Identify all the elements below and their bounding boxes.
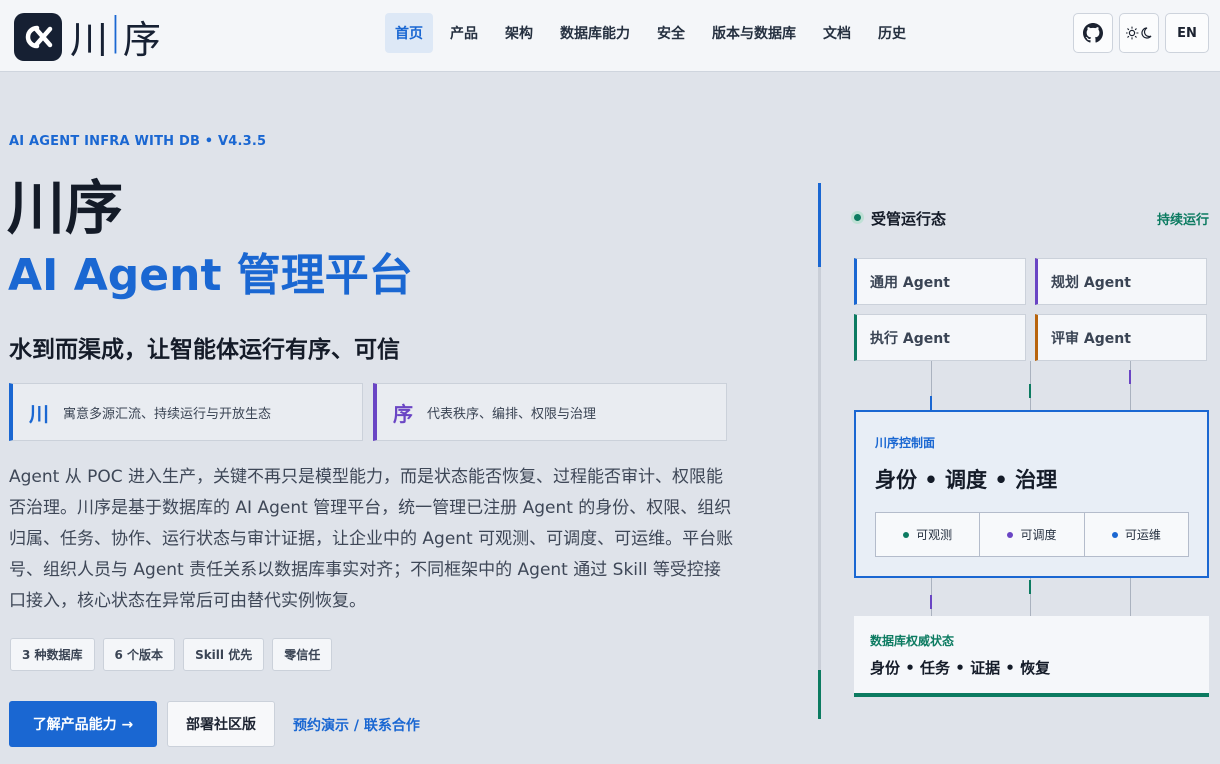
control-capabilities: 可观测 可调度 可运维 [875,512,1189,557]
connector-pulse [930,396,932,410]
hero-subtitle: AI Agent 管理平台 [8,250,413,301]
status-dot-icon [851,211,864,224]
dot-icon [903,531,910,538]
control-plane-label: 川序控制面 [875,436,936,450]
chip-versions: 6 个版本 [102,638,176,671]
meaning-card-xu: 序 代表秩序、编排、权限与治理 [373,383,727,441]
meaning-glyph: 序 [393,401,413,426]
capability-operable: 可运维 [1085,513,1188,556]
connector-pulse [1129,370,1131,384]
logo-mark-icon [14,12,62,61]
connector-line [1130,578,1131,616]
agent-card-review: 评审 Agent [1035,314,1207,361]
hero-eyebrow: AI AGENT INFRA WITH DB • V4.3.5 [9,134,267,149]
nav-item-security[interactable]: 安全 [647,13,695,53]
hero-tagline: 水到而渠成，让智能体运行有序、可信 [9,337,400,363]
chip-databases: 3 种数据库 [10,638,95,671]
meaning-card-chuan: 川 寓意多源汇流、持续运行与开放生态 [9,383,363,441]
panel-rail-accent-bottom [818,670,821,719]
control-plane-card: 川序控制面 身份 • 调度 • 治理 可观测 可调度 可运维 [854,410,1209,578]
agent-card-execution: 执行 Agent [854,314,1026,361]
agent-card-general: 通用 Agent [854,258,1026,305]
theme-toggle-button[interactable] [1119,13,1159,53]
top-header: 川 | 序 首页 产品 架构 数据库能力 安全 版本与数据库 文档 历史 EN [0,0,1220,72]
book-demo-link[interactable]: 预约演示 / 联系合作 [293,715,420,735]
hero-title: 川序 [7,174,124,242]
chip-skill-first: Skill 优先 [183,638,265,671]
logo[interactable]: 川 | 序 [14,9,162,64]
logo-char-1: 川 [70,18,110,62]
logo-wordmark: 川 | 序 [70,9,162,64]
deploy-community-button[interactable]: 部署社区版 [167,701,275,747]
capability-schedulable: 可调度 [980,513,1085,556]
chip-zero-trust: 零信任 [272,638,333,671]
status-indicator: 持续运行 [1157,213,1210,228]
nav-item-docs[interactable]: 文档 [813,13,861,53]
language-button[interactable]: EN [1165,13,1209,53]
dot-icon [1111,531,1118,538]
capability-label: 可调度 [1020,528,1057,542]
database-state-label: 数据库权威状态 [870,634,955,648]
theme-toggle-icon [1126,26,1152,40]
dot-icon [1007,531,1014,538]
github-button[interactable] [1073,13,1113,53]
nav-item-home[interactable]: 首页 [385,13,433,53]
main-nav: 首页 产品 架构 数据库能力 安全 版本与数据库 文档 历史 [385,13,923,53]
nav-item-architecture[interactable]: 架构 [495,13,543,53]
database-state-title: 身份 • 任务 • 证据 • 恢复 [870,659,1051,677]
learn-product-button[interactable]: 了解产品能力 → [9,701,157,747]
database-state-card: 数据库权威状态 身份 • 任务 • 证据 • 恢复 [854,616,1209,697]
connector-pulse [930,595,932,609]
capability-label: 可观测 [916,528,953,542]
nav-item-database[interactable]: 数据库能力 [550,13,640,53]
capability-observable: 可观测 [876,513,981,556]
github-icon [1083,23,1103,43]
meaning-text: 代表秩序、编排、权限与治理 [427,406,597,422]
panel-rail-accent-top [818,183,821,267]
status-title: 受管运行态 [871,210,947,228]
connector-pulse [1029,384,1031,398]
connector-pulse [1029,580,1031,594]
logo-char-2: 序 [122,18,162,62]
nav-item-history[interactable]: 历史 [868,13,916,53]
capability-label: 可运维 [1124,528,1161,542]
meaning-text: 寓意多源汇流、持续运行与开放生态 [63,406,272,422]
hero-description: Agent 从 POC 进入生产，关键不再只是模型能力，而是状态能否恢复、过程能… [9,467,734,611]
control-plane-title: 身份 • 调度 • 治理 [875,468,1058,492]
nav-item-editions[interactable]: 版本与数据库 [702,13,806,53]
logo-accent-stroke: | [109,9,123,53]
connector-line [1130,361,1131,410]
nav-item-product[interactable]: 产品 [440,13,488,53]
meaning-glyph: 川 [29,401,49,426]
agent-card-planning: 规划 Agent [1035,258,1207,305]
feature-chips: 3 种数据库 6 个版本 Skill 优先 零信任 [10,638,340,671]
